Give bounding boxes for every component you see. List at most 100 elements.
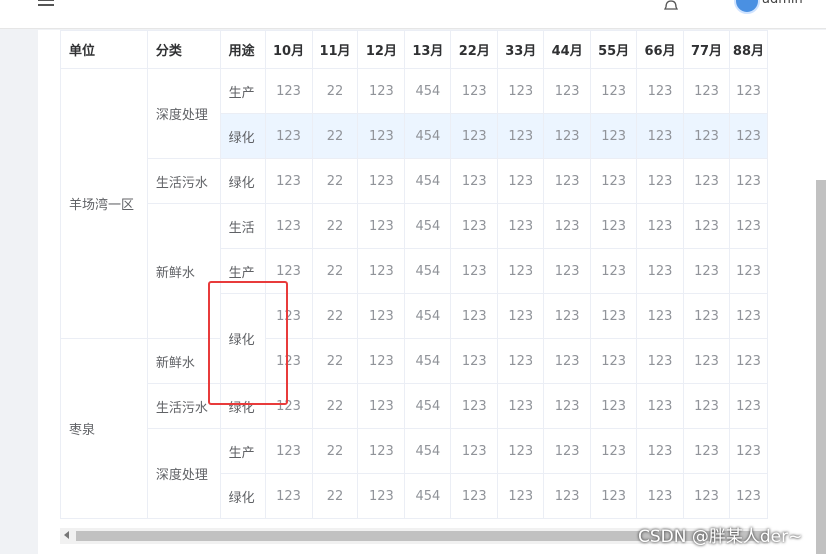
value-cell: 123 — [357, 383, 406, 429]
unit-cell: 羊场湾一区 — [60, 68, 148, 339]
value-cell: 123 — [590, 293, 638, 339]
value-cell: 123 — [497, 293, 545, 339]
value-cell: 123 — [450, 338, 499, 384]
value-cell: 123 — [683, 203, 730, 249]
column-header: 33月 — [497, 30, 545, 69]
value-cell: 123 — [543, 428, 592, 474]
value-cell: 22 — [311, 248, 359, 294]
value-cell: 123 — [683, 473, 730, 519]
avatar[interactable] — [734, 0, 760, 14]
category-cell: 深度处理 — [146, 428, 221, 519]
column-header: 用途 — [219, 30, 266, 69]
value-cell: 123 — [264, 248, 313, 294]
table-row[interactable]: 新鲜水 生活 123 22 123 454 123 123 123 123 123 123 123 — [61, 203, 768, 339]
value-cell: 123 — [543, 113, 592, 159]
value-cell: 123 — [357, 158, 406, 204]
category-cell: 新鲜水 — [146, 203, 221, 339]
value-cell: 123 — [728, 248, 768, 294]
value-cell: 123 — [636, 158, 685, 204]
value-cell: 123 — [357, 473, 406, 519]
value-cell: 123 — [497, 428, 545, 474]
value-cell: 123 — [357, 203, 406, 249]
value-cell: 123 — [497, 473, 545, 519]
use-cell: 生产 — [219, 248, 266, 294]
value-cell: 123 — [264, 158, 313, 204]
value-cell: 123 — [590, 158, 638, 204]
value-cell: 123 — [357, 113, 406, 159]
value-cell: 123 — [357, 293, 406, 339]
value-cell: 123 — [683, 383, 730, 429]
value-cell: 22 — [311, 428, 359, 474]
value-cell: 123 — [728, 203, 768, 249]
username-label[interactable]: admin — [762, 0, 803, 7]
unit-cell: 枣泉 — [60, 338, 148, 519]
value-cell: 123 — [590, 383, 638, 429]
value-cell: 22 — [311, 203, 359, 249]
value-cell: 123 — [543, 158, 592, 204]
value-cell: 22 — [311, 383, 359, 429]
data-table-wrapper: 单位 分类 用途 10月 11月 12月 13月 22月 33月 44月 55月 66月 77月 88月 … — [60, 30, 768, 528]
watermark: CSDN @胖某人der~ — [638, 527, 803, 547]
value-cell: 123 — [683, 248, 730, 294]
table-row[interactable]: 生活污水 绿化 123 22 123 454 123 123 123 123 123 123 123 — [61, 383, 768, 429]
value-cell: 123 — [636, 473, 685, 519]
value-cell: 123 — [728, 158, 768, 204]
use-cell: 绿化 — [219, 473, 266, 519]
value-cell: 123 — [728, 428, 768, 474]
value-cell: 22 — [311, 158, 359, 204]
value-cell: 123 — [683, 338, 730, 384]
value-cell: 454 — [404, 203, 452, 249]
bell-icon[interactable] — [663, 0, 679, 10]
column-header: 22月 — [450, 30, 499, 69]
value-cell: 123 — [683, 428, 730, 474]
value-cell: 123 — [450, 248, 499, 294]
use-cell: 生产 — [219, 428, 266, 474]
value-cell: 123 — [728, 293, 768, 339]
table-header-row: 单位 分类 用途 10月 11月 12月 13月 22月 33月 44月 55月 66月 77月 88月 — [60, 30, 768, 69]
value-cell: 123 — [497, 203, 545, 249]
page-scrollbar[interactable] — [816, 180, 826, 554]
value-cell: 123 — [590, 473, 638, 519]
category-cell: 生活污水 — [146, 383, 221, 429]
value-cell: 123 — [683, 293, 730, 339]
table-row[interactable]: 枣泉 新鲜水 123 22 123 454 123 123 123 123 123 123 123 — [60, 338, 768, 519]
value-cell: 123 — [264, 293, 313, 339]
column-header: 77月 — [683, 30, 730, 69]
value-cell: 123 — [264, 68, 313, 114]
value-cell: 123 — [450, 383, 499, 429]
value-cell: 454 — [404, 383, 452, 429]
value-cell: 123 — [543, 293, 592, 339]
data-table: 单位 分类 用途 10月 11月 12月 13月 22月 33月 44月 55月 66月 77月 88月 … — [60, 30, 768, 519]
category-cell: 生活污水 — [146, 158, 221, 204]
value-cell: 22 — [311, 113, 359, 159]
value-cell: 123 — [497, 338, 545, 384]
table-row[interactable]: 羊场湾一区 深度处理 生产 123 22 123 454 123 123 123 123 123 123… — [60, 68, 768, 339]
use-cell: 绿化 — [219, 383, 266, 429]
value-cell: 123 — [450, 113, 499, 159]
value-cell: 123 — [357, 428, 406, 474]
value-cell: 123 — [543, 248, 592, 294]
value-cell: 123 — [636, 248, 685, 294]
table-row[interactable]: 深度处理 生产 123 22 123 454 123 123 123 123 123 123 123 — [61, 428, 768, 519]
scroll-left-icon[interactable] — [64, 531, 69, 539]
value-cell: 123 — [543, 68, 592, 114]
column-header: 66月 — [636, 30, 685, 69]
value-cell: 123 — [683, 113, 730, 159]
value-cell: 123 — [636, 203, 685, 249]
category-cell: 深度处理 — [146, 68, 221, 159]
value-cell: 123 — [450, 68, 499, 114]
menu-toggle-icon[interactable] — [38, 0, 54, 6]
use-cell: 生活 — [219, 203, 266, 249]
value-cell: 123 — [728, 113, 768, 159]
value-cell: 123 — [264, 203, 313, 249]
value-cell: 22 — [311, 293, 359, 339]
value-cell: 454 — [404, 113, 452, 159]
column-header: 11月 — [311, 30, 359, 69]
value-cell: 123 — [636, 293, 685, 339]
value-cell: 123 — [590, 428, 638, 474]
table-row[interactable]: 生活污水 绿化 123 22 123 454 123 123 123 123 123 123 123 — [61, 158, 768, 204]
value-cell: 123 — [450, 158, 499, 204]
value-cell: 123 — [728, 68, 768, 114]
value-cell: 123 — [590, 113, 638, 159]
value-cell: 123 — [590, 248, 638, 294]
